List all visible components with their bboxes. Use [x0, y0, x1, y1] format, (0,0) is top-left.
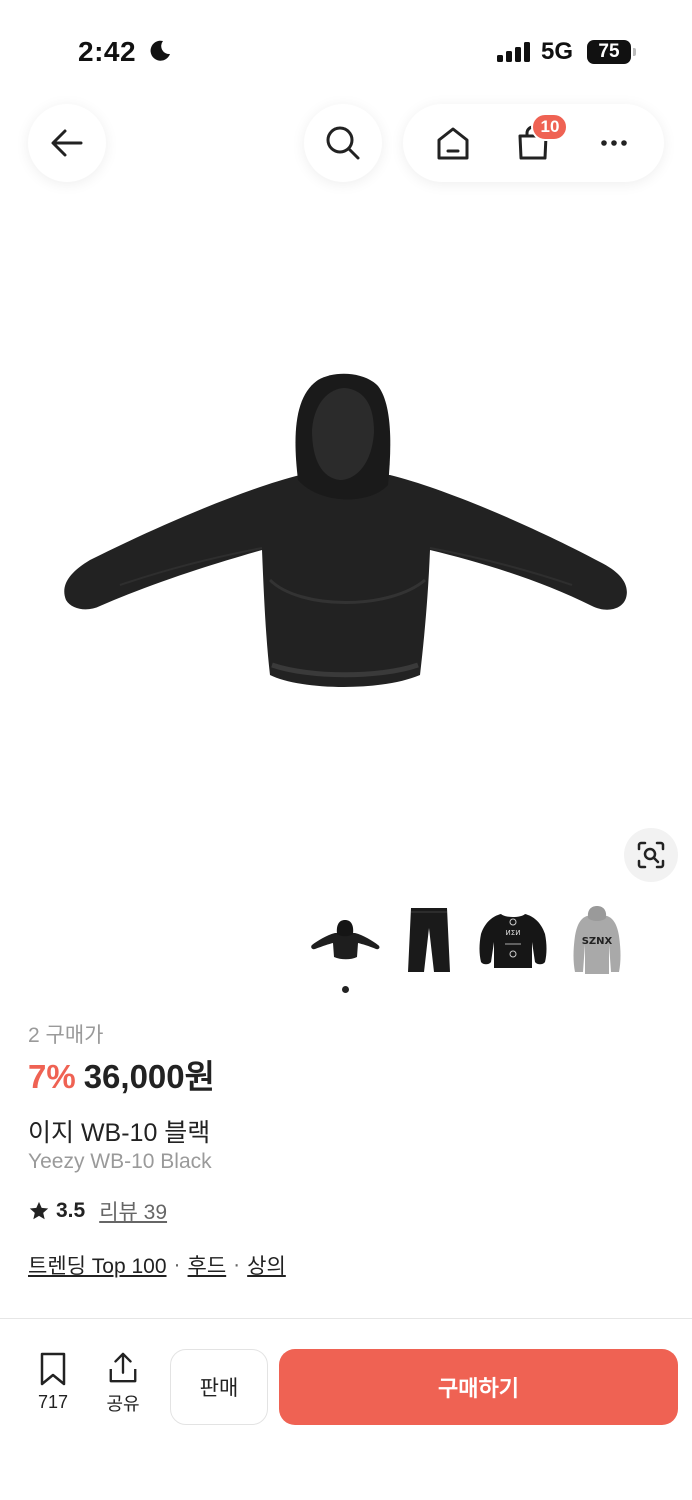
cart-count-badge: 10 [531, 113, 569, 141]
tag-top[interactable]: 상의 [247, 1250, 286, 1280]
visual-search-button[interactable] [624, 828, 678, 882]
star-icon [29, 1201, 49, 1220]
category-tags: 트렌딩 Top 100 · 후드 · 상의 [28, 1250, 286, 1280]
search-icon [326, 126, 360, 160]
thumbnail-hoodie-grey[interactable]: SZNX [558, 900, 636, 980]
moon-icon [150, 40, 170, 61]
buy-button[interactable]: 구매하기 [279, 1349, 678, 1425]
tag-separator: · [233, 1253, 241, 1276]
pants-black-thumb-icon [408, 908, 450, 972]
share-icon [109, 1352, 137, 1383]
network-label: 5G [541, 38, 574, 65]
sweatshirt-black-thumb-icon: ИΣИ [479, 914, 547, 968]
discount-rate: 7% [28, 1058, 76, 1095]
share-label: 공유 [106, 1394, 140, 1414]
thumbnail-pants-black[interactable] [390, 900, 468, 980]
tag-separator: · [173, 1253, 181, 1276]
signal-icon [497, 42, 530, 62]
share-button[interactable]: 공유 [98, 1352, 148, 1416]
divider [0, 1318, 692, 1319]
tag-hoodie[interactable]: 후드 [188, 1250, 227, 1280]
thumbnail-sweatshirt-black[interactable]: ИΣИ [474, 900, 552, 980]
buyer-count: 2 구매가 [28, 1024, 104, 1047]
search-button[interactable] [304, 104, 382, 182]
price: 36,000원 [83, 1058, 215, 1095]
arrow-left-icon [51, 129, 83, 157]
sell-button[interactable]: 판매 [170, 1349, 268, 1425]
thumbnail-hoodie-black[interactable] [306, 900, 384, 980]
price-row: 7% 36,000원 [28, 1050, 215, 1098]
review-link[interactable]: 리뷰 39 [99, 1196, 167, 1226]
home-button[interactable] [425, 115, 481, 171]
more-button[interactable] [586, 115, 642, 171]
bookmark-count: 717 [37, 1392, 69, 1412]
svg-text:ИΣИ: ИΣИ [506, 929, 521, 937]
bookmark-icon [40, 1352, 66, 1386]
home-icon [437, 127, 469, 160]
carousel-indicator-dot [342, 986, 349, 993]
status-time: 2:42 [78, 36, 137, 67]
back-button[interactable] [28, 104, 106, 182]
battery-icon: 75 [587, 40, 636, 64]
tag-trending[interactable]: 트렌딩 Top 100 [28, 1250, 167, 1280]
product-name-english: Yeezy WB-10 Black [28, 1150, 212, 1173]
hoodie-black-thumb-icon [311, 920, 380, 960]
more-horizontal-icon [601, 140, 627, 146]
visual-search-icon [637, 841, 665, 869]
status-bar: 2:42 5G 75 [0, 0, 692, 100]
bookmark-button[interactable]: 717 [28, 1352, 78, 1416]
rating-value: 3.5 [56, 1199, 86, 1222]
thumbnail-strip: ИΣИ SZNX [306, 900, 636, 980]
rating-row: 3.5 리뷰 39 [28, 1196, 167, 1226]
product-name-korean: 이지 WB-10 블랙 [28, 1119, 211, 1147]
hoodie-grey-thumb-icon: SZNX [573, 906, 621, 974]
cart-button[interactable]: 10 [505, 113, 569, 171]
product-image[interactable] [0, 280, 692, 800]
nav-actions-group: 10 [403, 104, 664, 182]
thumbnail-print-text: SZNX [582, 936, 613, 947]
